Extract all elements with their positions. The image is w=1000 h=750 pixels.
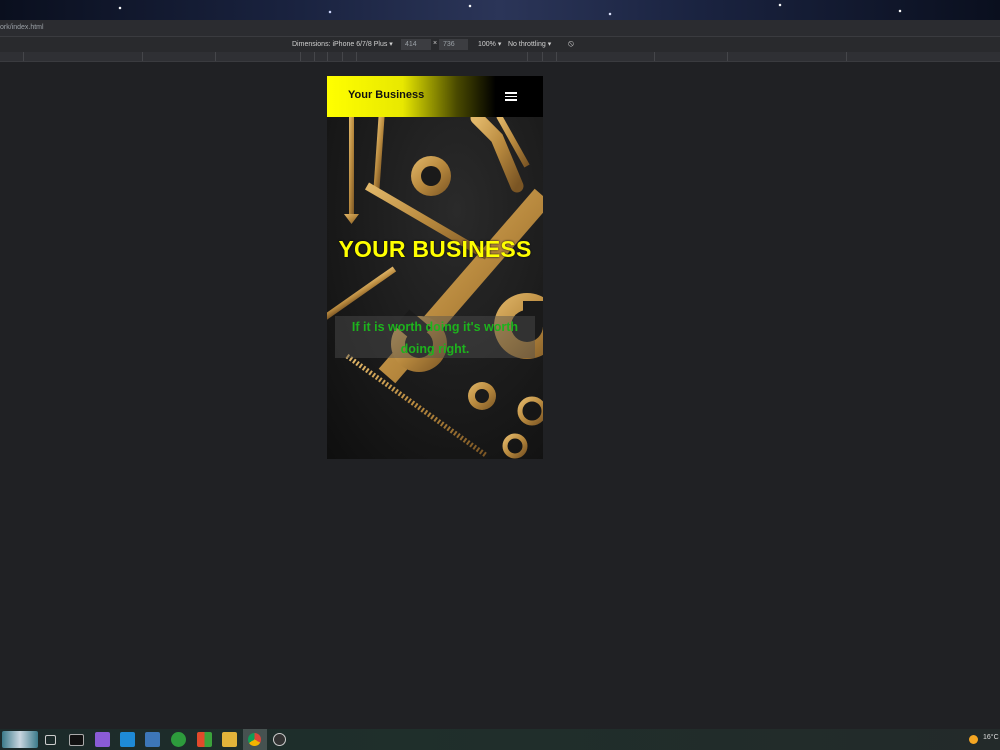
rotate-icon[interactable]: ⦸ [568,38,574,49]
weather-icon[interactable] [969,735,978,744]
url-text: ork/index.html [0,24,44,31]
store-icon[interactable] [197,732,212,747]
virtualbox-icon[interactable] [145,732,160,747]
hero-title: YOUR BUSINESS [338,236,532,262]
chrome-taskbar-button[interactable] [243,729,267,750]
hamburger-menu-icon[interactable] [505,92,517,101]
windows-taskbar: 16°C [0,729,1000,750]
zoom-dropdown[interactable]: 100% ▾ [478,40,501,48]
site-navbar: Your Business [327,76,543,117]
device-dimensions-dropdown[interactable]: Dimensions: iPhone 6/7/8 Plus ▾ [292,40,393,48]
task-view-icon[interactable] [45,735,56,745]
visual-studio-icon[interactable] [95,732,110,747]
hero-tagline: If it is worth doing it's worth doing ri… [335,316,535,358]
xbox-icon[interactable] [171,732,186,747]
terminal-icon[interactable] [69,734,84,746]
chrome-icon [248,733,261,746]
media-query-bar[interactable] [0,52,1000,62]
device-toolbar: Dimensions: iPhone 6/7/8 Plus ▾ 414 × 73… [0,37,1000,52]
hero-background-image [327,76,543,459]
brand-logo-text[interactable]: Your Business [348,89,424,101]
file-explorer-icon[interactable] [222,732,237,747]
temperature-text: 16°C [983,734,999,741]
obs-icon[interactable] [273,733,286,746]
device-height-input[interactable]: 736 [439,39,468,50]
start-icon[interactable] [2,731,38,748]
throttling-dropdown[interactable]: No throttling ▾ [508,40,551,48]
desktop-wallpaper-strip [0,0,1000,20]
dimension-separator: × [433,40,438,47]
device-width-input[interactable]: 414 [401,39,431,50]
vscode-icon[interactable] [120,732,135,747]
emulated-viewport: Your Business YOUR BUSINESS If it is wor… [327,76,543,459]
address-bar[interactable]: ork/index.html [0,20,1000,37]
